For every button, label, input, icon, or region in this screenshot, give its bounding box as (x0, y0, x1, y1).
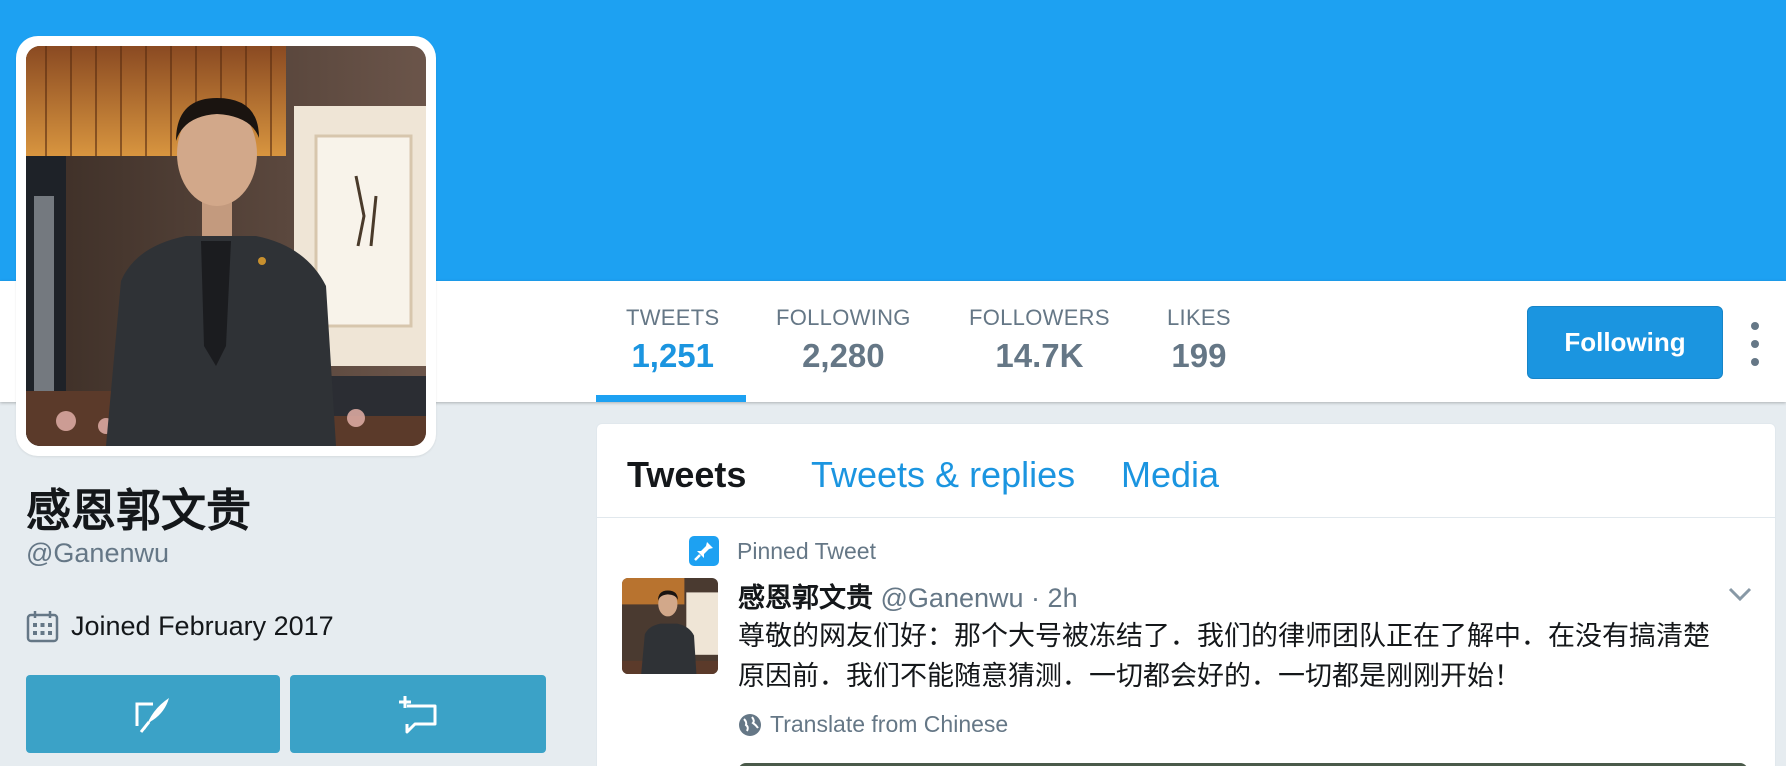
stat-likes-value: 199 (1171, 337, 1227, 374)
tab-tweets-replies[interactable]: Tweets & replies (811, 454, 1075, 496)
quill-icon (135, 698, 169, 733)
profile-avatar[interactable] (16, 36, 436, 456)
stat-tweets-value: 1,251 (631, 337, 715, 374)
tweet-timestamp[interactable]: 2h (1048, 583, 1078, 613)
pin-icon (689, 536, 719, 566)
pinned-indicator: Pinned Tweet (689, 536, 876, 566)
stat-following-label: FOLLOWING (776, 305, 911, 330)
stat-following-value: 2,280 (802, 337, 885, 374)
stat-likes-label: LIKES (1167, 305, 1231, 330)
stat-followers-value: 14.7K (995, 337, 1084, 374)
stat-likes[interactable]: LIKES 199 (1167, 305, 1231, 375)
tweet-header: 感恩郭文贵 @Ganenwu · 2h (738, 576, 1078, 615)
translate-link[interactable]: Translate from Chinese (738, 711, 1008, 738)
pinned-label: Pinned Tweet (737, 537, 876, 564)
tweet-avatar-photo (622, 578, 718, 674)
tweet-author-name[interactable]: 感恩郭文贵 (738, 583, 873, 613)
tweet-avatar[interactable] (622, 578, 718, 674)
following-button[interactable]: Following (1527, 306, 1723, 379)
tweet-text-line-1: 尊敬的网友们好：那个大号被冻结了．我们的律师团队正在了解中．在没有搞清楚 (738, 621, 1710, 651)
tab-tweets[interactable]: Tweets (627, 454, 746, 496)
profile-photo (26, 46, 426, 446)
active-stat-indicator (596, 395, 746, 402)
tweet-separator: · (1031, 583, 1041, 613)
stat-followers-label: FOLLOWERS (969, 305, 1110, 330)
calendar-icon (26, 611, 59, 643)
translate-label: Translate from Chinese (770, 711, 1009, 737)
profile-handle[interactable]: @Ganenwu (26, 538, 169, 569)
profile-name: 感恩郭文贵 (26, 485, 252, 536)
joined-label: Joined February 2017 (71, 611, 334, 641)
direct-message-button[interactable] (290, 675, 546, 753)
globe-icon (739, 713, 761, 736)
stat-tweets[interactable]: TWEETS 1,251 (626, 305, 719, 375)
stat-followers[interactable]: FOLLOWERS 14.7K (969, 305, 1110, 375)
stat-following[interactable]: FOLLOWING 2,280 (776, 305, 911, 375)
tweet-text-line-2: 原因前．我们不能随意猜测．一切都会好的．一切都是刚刚开始！ (738, 661, 1521, 691)
vertical-ellipsis-icon[interactable] (1740, 322, 1770, 366)
joined-date: Joined February 2017 (26, 610, 334, 643)
tweet-to-button[interactable] (26, 675, 280, 753)
timeline-panel: Tweets Tweets & replies Media Pinned Twe… (596, 423, 1776, 766)
direct-message-icon (399, 696, 437, 734)
timeline-tabs: Tweets Tweets & replies Media (597, 424, 1775, 518)
tab-media[interactable]: Media (1121, 454, 1219, 496)
tweet-text: 尊敬的网友们好：那个大号被冻结了．我们的律师团队正在了解中．在没有搞清楚 原因前… (738, 616, 1758, 696)
chevron-down-icon[interactable] (1727, 584, 1753, 604)
tweet-author-handle[interactable]: @Ganenwu (881, 583, 1024, 613)
stat-tweets-label: TWEETS (626, 305, 720, 330)
